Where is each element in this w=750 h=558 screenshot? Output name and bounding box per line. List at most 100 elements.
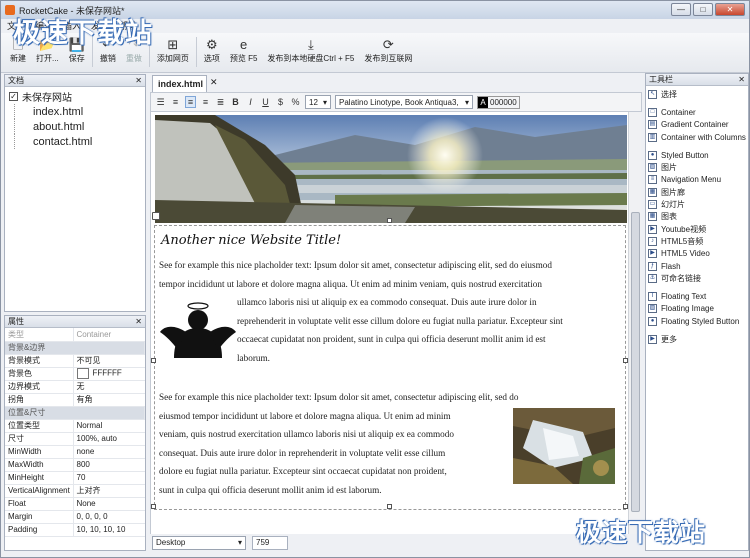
property-row[interactable]: VerticalAlignment 上对齐 [5,484,145,498]
gear-button[interactable]: ⚙ 选项 [199,33,225,64]
tool-item-gradient-container[interactable]: ▤ Gradient Container [646,119,748,131]
tool-item-video[interactable]: ▶ HTML5 Video [646,248,748,260]
property-value[interactable]: 800 [73,458,145,472]
tree-file-index[interactable]: index.html [14,104,141,119]
tree-file-about[interactable]: about.html [14,119,141,134]
tool-item-floating-image[interactable]: ▨ Floating Image [646,303,748,315]
canvas-scrollbar[interactable] [628,112,641,534]
close-icon[interactable]: ✕ [738,75,748,84]
property-row[interactable]: 背景色 FFFFFF [5,367,145,381]
property-row[interactable]: 拐角 有角 [5,393,145,407]
tool-item-youtube[interactable]: ▶ Youtube视频 [646,223,748,235]
angel-logo-image[interactable] [160,298,236,368]
font-family-select[interactable]: Palatino Linotype, Book Antiqua3, ▾ [335,95,473,109]
tool-item-chart[interactable]: ▦ 图表 [646,211,748,223]
close-button[interactable]: ✕ [715,3,745,16]
list-icon[interactable]: ☰ [155,97,166,108]
tool-item-floating-text[interactable]: T Floating Text [646,290,748,302]
tool-item-floating-button[interactable]: ● Floating Styled Button [646,315,748,327]
paragraph-1[interactable]: See for example this nice placholder tex… [159,256,628,293]
property-value[interactable]: 100%, auto [73,432,145,446]
tool-item-more[interactable]: ▶ 更多 [646,333,748,345]
align-left-icon[interactable]: ≡ [170,97,181,107]
tool-item-anchor[interactable]: ⚓ 可命名链接 [646,272,748,284]
property-value[interactable]: 不可见 [73,354,145,368]
align-center-icon[interactable]: ≡ [185,96,196,108]
resize-handle[interactable] [387,504,392,509]
tool-item-button[interactable]: ● Styled Button [646,149,748,161]
property-row[interactable]: MinWidth none [5,445,145,459]
tool-item-audio[interactable]: ♪ HTML5音频 [646,235,748,247]
preview-button[interactable]: e 预览 F5 [225,33,263,64]
maximize-button[interactable]: □ [693,3,713,16]
dollar-icon[interactable]: $ [275,97,286,107]
property-value[interactable]: 0, 0, 0, 0 [73,510,145,524]
publish-disk-button[interactable]: ⤓ 发布到本地硬盘Ctrl + F5 [262,33,359,64]
property-value[interactable]: None [73,497,145,511]
property-row[interactable]: Margin 0, 0, 0, 0 [5,510,145,524]
property-row[interactable]: 位置类型 Normal [5,419,145,433]
tool-item-columns-container[interactable]: ▥ Container with Columns [646,131,748,143]
property-value[interactable]: none [73,445,145,459]
property-value[interactable]: 70 [73,471,145,485]
property-row[interactable]: 背景模式 不可见 [5,354,145,368]
property-row[interactable]: 背景&边界 [5,341,145,355]
close-icon[interactable]: ✕ [135,317,145,326]
paragraph-1-wrapped[interactable]: ullamco laboris nisi ut aliquip ex ea co… [237,293,627,367]
page-title[interactable]: Another nice Website Title! [161,233,341,248]
resize-handle[interactable] [151,504,156,509]
select-icon: ↖ [648,89,657,99]
property-value[interactable]: 10, 10, 10, 10 [73,523,145,537]
add-page-button[interactable]: ⊞ 添加网页 [152,33,194,64]
property-value[interactable]: FFFFFF [73,367,145,381]
waterfall-thumbnail-image[interactable] [513,408,615,484]
property-value[interactable]: Container [73,328,145,342]
view-select[interactable]: Desktop ▾ [152,535,246,550]
hero-waterfall-image[interactable] [155,115,627,223]
tree-root-site[interactable]: ✓ 未保存网站 [9,89,141,104]
color-swatch[interactable] [76,368,89,379]
tool-item-slideshow[interactable]: ▭ 幻灯片 [646,198,748,210]
width-field[interactable]: 759 [252,535,288,550]
resize-handle[interactable] [387,218,392,223]
minimize-button[interactable]: — [671,3,691,16]
tab-close-icon[interactable]: ✕ [210,77,218,88]
align-right-icon[interactable]: ≡ [200,97,211,107]
property-row[interactable]: Padding 10, 10, 10, 10 [5,523,145,537]
property-row[interactable]: 类型 Container [5,328,145,342]
tool-item-select[interactable]: ↖ 选择 [646,88,748,100]
property-value[interactable]: 无 [73,380,145,394]
tool-item-container[interactable]: □ Container [646,106,748,118]
property-value[interactable]: 有角 [73,393,145,407]
resize-handle[interactable] [151,358,156,363]
publish-web-button[interactable]: ⟳ 发布到互联网 [359,33,417,64]
align-justify-icon[interactable]: ≣ [215,97,226,108]
underline-button[interactable]: U [260,97,271,107]
bold-button[interactable]: B [230,97,241,107]
property-row[interactable]: 边界模式无 [5,380,145,394]
property-row[interactable]: MinHeight 70 [5,471,145,485]
scrollbar-thumb[interactable] [631,212,640,512]
tool-label: HTML5 Video [661,249,710,259]
property-value[interactable]: Normal [73,419,145,433]
italic-button[interactable]: I [245,97,256,107]
tab-index-html[interactable]: index.html [152,75,207,92]
text-size-icon[interactable]: % [290,97,301,107]
tool-item-menu[interactable]: ≡ Navigation Menu [646,174,748,186]
tool-item-flash[interactable]: ƒ Flash [646,260,748,272]
tool-item-gallery[interactable]: ▦ 图片廊 [646,186,748,198]
move-handle-icon[interactable] [152,212,160,220]
tree-file-contact[interactable]: contact.html [14,134,141,149]
close-icon[interactable]: ✕ [135,76,145,85]
property-row[interactable]: 尺寸 100%, auto [5,432,145,446]
checkbox-icon[interactable]: ✓ [9,92,18,101]
property-row[interactable]: MaxWidth 800 [5,458,145,472]
property-row[interactable]: Float None [5,497,145,511]
content-container[interactable]: Another nice Website Title! See for exam… [154,225,626,510]
property-value[interactable]: 上对齐 [73,484,145,498]
design-canvas[interactable]: Another nice Website Title! See for exam… [150,112,628,534]
property-row[interactable]: 位置&尺寸 [5,406,145,420]
font-size-select[interactable]: 12 ▾ [305,95,331,109]
tool-item-image[interactable]: ▨ 图片 [646,161,748,173]
text-color-picker[interactable]: A 000000 [477,95,520,109]
